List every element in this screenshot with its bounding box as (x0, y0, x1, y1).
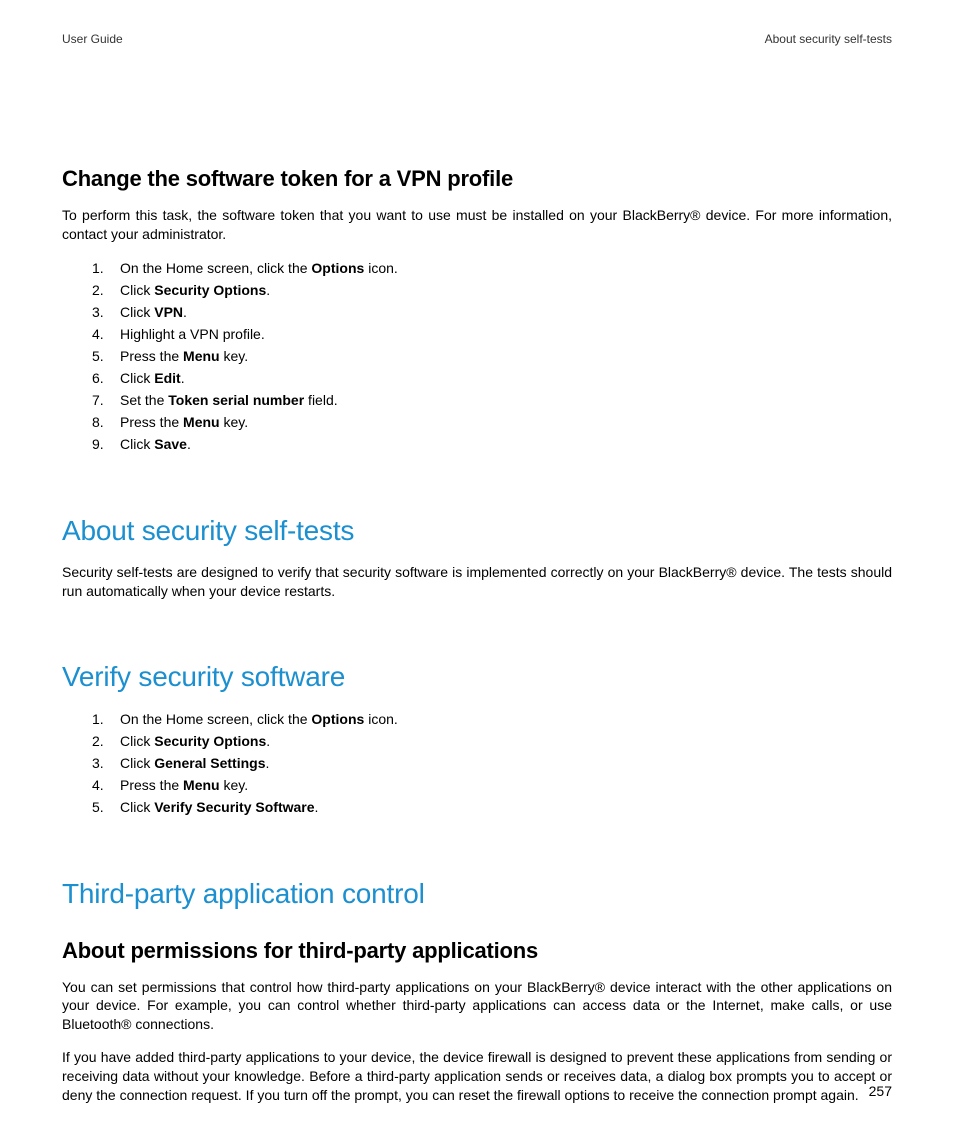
step-item: Click Verify Security Software. (92, 797, 892, 818)
header-left: User Guide (62, 32, 123, 46)
section3-steps: On the Home screen, click the Options ic… (92, 709, 892, 818)
step-bold: Security Options (154, 282, 266, 298)
step-bold: General Settings (154, 755, 265, 771)
section4-para1: You can set permissions that control how… (62, 978, 892, 1035)
step-item: Click Edit. (92, 368, 892, 389)
step-item: Click Security Options. (92, 731, 892, 752)
step-item: On the Home screen, click the Options ic… (92, 258, 892, 279)
step-bold: Options (311, 711, 364, 727)
header-right: About security self-tests (765, 32, 892, 46)
step-item: On the Home screen, click the Options ic… (92, 709, 892, 730)
step-item: Press the Menu key. (92, 775, 892, 796)
step-bold: Verify Security Software (154, 799, 314, 815)
step-item: Click Save. (92, 434, 892, 455)
step-item: Press the Menu key. (92, 412, 892, 433)
step-bold: Menu (183, 414, 220, 430)
step-item: Press the Menu key. (92, 346, 892, 367)
step-bold: Token serial number (168, 392, 304, 408)
step-item: Click General Settings. (92, 753, 892, 774)
step-bold: Save (154, 436, 187, 452)
section1-steps: On the Home screen, click the Options ic… (92, 258, 892, 455)
step-bold: Menu (183, 348, 220, 364)
section1-title: Change the software token for a VPN prof… (62, 166, 892, 192)
step-item: Click Security Options. (92, 280, 892, 301)
section1-intro: To perform this task, the software token… (62, 206, 892, 244)
step-bold: Security Options (154, 733, 266, 749)
section2-title: About security self-tests (62, 515, 892, 547)
section3-title: Verify security software (62, 661, 892, 693)
step-item: Click VPN. (92, 302, 892, 323)
step-bold: VPN (154, 304, 183, 320)
section4-subhead: About permissions for third-party applic… (62, 938, 892, 964)
step-item: Highlight a VPN profile. (92, 324, 892, 345)
section4-title: Third-party application control (62, 878, 892, 910)
section4-para2: If you have added third-party applicatio… (62, 1048, 892, 1105)
step-bold: Edit (154, 370, 180, 386)
step-bold: Menu (183, 777, 220, 793)
step-item: Set the Token serial number field. (92, 390, 892, 411)
page-header: User Guide About security self-tests (62, 32, 892, 46)
page-number: 257 (869, 1083, 892, 1099)
section2-body: Security self-tests are designed to veri… (62, 563, 892, 601)
step-bold: Options (311, 260, 364, 276)
